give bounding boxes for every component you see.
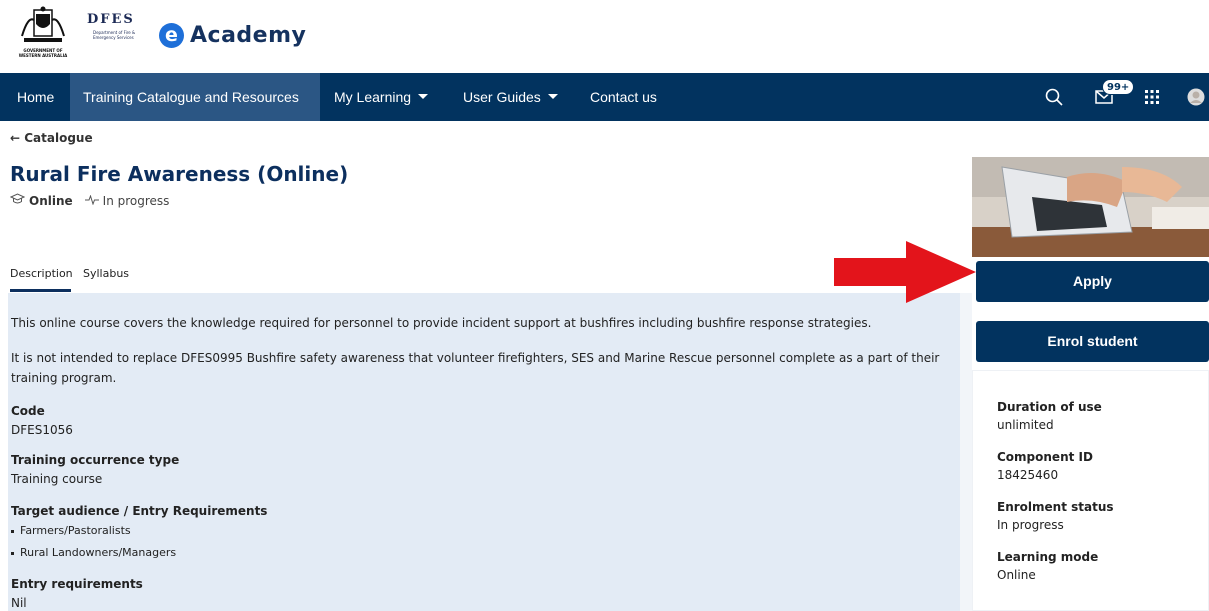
- enrol-student-button[interactable]: Enrol student: [976, 321, 1209, 362]
- tab-description[interactable]: Description: [10, 262, 73, 292]
- mail-count-badge: 99+: [1102, 79, 1135, 95]
- nav-my-learning-label: My Learning: [334, 89, 412, 105]
- dfes-logo[interactable]: DFES Department of Fire & Emergency Serv…: [87, 12, 149, 48]
- code-label: Code: [11, 404, 45, 418]
- target-audience-label: Target audience / Entry Requirements: [11, 504, 268, 518]
- course-details-card: Duration of use unlimited Component ID 1…: [972, 370, 1209, 611]
- chevron-down-icon: [418, 93, 429, 99]
- learning-mode-detail-value: Online: [997, 568, 1036, 582]
- panel-gutter: [960, 293, 972, 611]
- apply-button[interactable]: Apply: [976, 261, 1209, 302]
- nav-user-guides[interactable]: User Guides: [463, 73, 558, 121]
- nav-contact-us[interactable]: Contact us: [590, 73, 657, 121]
- occurrence-type-value: Training course: [11, 472, 103, 486]
- apps-grid-icon[interactable]: [1141, 73, 1163, 121]
- course-thumbnail-image: [972, 157, 1209, 257]
- main-nav: Home Training Catalogue and Resources My…: [0, 73, 1209, 121]
- nav-training-catalogue[interactable]: Training Catalogue and Resources: [70, 73, 320, 121]
- back-to-catalogue-link[interactable]: ← Catalogue: [10, 131, 93, 145]
- duration-value: unlimited: [997, 418, 1054, 432]
- red-arrow-annotation: [834, 241, 984, 303]
- progress-status-label: In progress: [102, 193, 170, 208]
- description-paragraph-2: It is not intended to replace DFES0995 B…: [11, 351, 940, 385]
- nav-training-catalogue-label: Training Catalogue and Resources: [83, 89, 299, 105]
- learning-mode-detail-label: Learning mode: [997, 550, 1099, 564]
- eacademy-logo-text: Academy: [190, 22, 307, 48]
- occurrence-type-label: Training occurrence type: [11, 453, 180, 467]
- dfes-logo-subtext: Department of Fire & Emergency Services: [93, 30, 136, 40]
- nav-user-guides-label: User Guides: [463, 89, 541, 105]
- course-meta: Online In progress: [9, 193, 170, 208]
- list-item: Rural Landowners/Managers: [11, 546, 176, 559]
- chevron-down-icon: [547, 93, 558, 99]
- tab-syllabus[interactable]: Syllabus: [83, 262, 143, 292]
- entry-requirements-label: Entry requirements: [11, 577, 143, 591]
- top-bar: GOVERNMENT OF WESTERN AUSTRALIA DFES Dep…: [0, 0, 1209, 72]
- learning-mode-label: Online: [29, 193, 73, 208]
- nav-home[interactable]: Home: [8, 73, 63, 121]
- description-paragraph-1: This online course covers the knowledge …: [11, 316, 872, 330]
- avatar[interactable]: [1185, 73, 1207, 121]
- eacademy-logo-mark: e: [159, 22, 184, 48]
- page-title: Rural Fire Awareness (Online): [10, 162, 349, 186]
- duration-label: Duration of use: [997, 400, 1102, 414]
- component-id-label: Component ID: [997, 450, 1093, 464]
- nav-my-learning[interactable]: My Learning: [334, 73, 429, 121]
- code-value: DFES1056: [11, 423, 73, 437]
- nav-contact-us-label: Contact us: [590, 89, 657, 105]
- graduation-cap-icon: [9, 193, 26, 208]
- list-item: Farmers/Pastoralists: [11, 524, 131, 537]
- nav-home-label: Home: [17, 89, 55, 105]
- component-id-value: 18425460: [997, 468, 1059, 482]
- eacademy-logo[interactable]: e Academy: [159, 22, 306, 48]
- dfes-logo-text: DFES: [87, 12, 135, 27]
- activity-pulse-icon: [84, 193, 99, 208]
- search-icon[interactable]: [1043, 73, 1065, 121]
- tab-description-label: Description: [10, 267, 73, 280]
- tab-syllabus-label: Syllabus: [83, 267, 130, 280]
- gov-wa-text: GOVERNMENT OF WESTERN AUSTRALIA: [18, 48, 68, 58]
- entry-requirements-value: Nil: [11, 596, 27, 610]
- enrolment-status-label: Enrolment status: [997, 500, 1114, 514]
- description-panel: This online course covers the knowledge …: [8, 293, 960, 611]
- enrolment-status-value: In progress: [997, 518, 1064, 532]
